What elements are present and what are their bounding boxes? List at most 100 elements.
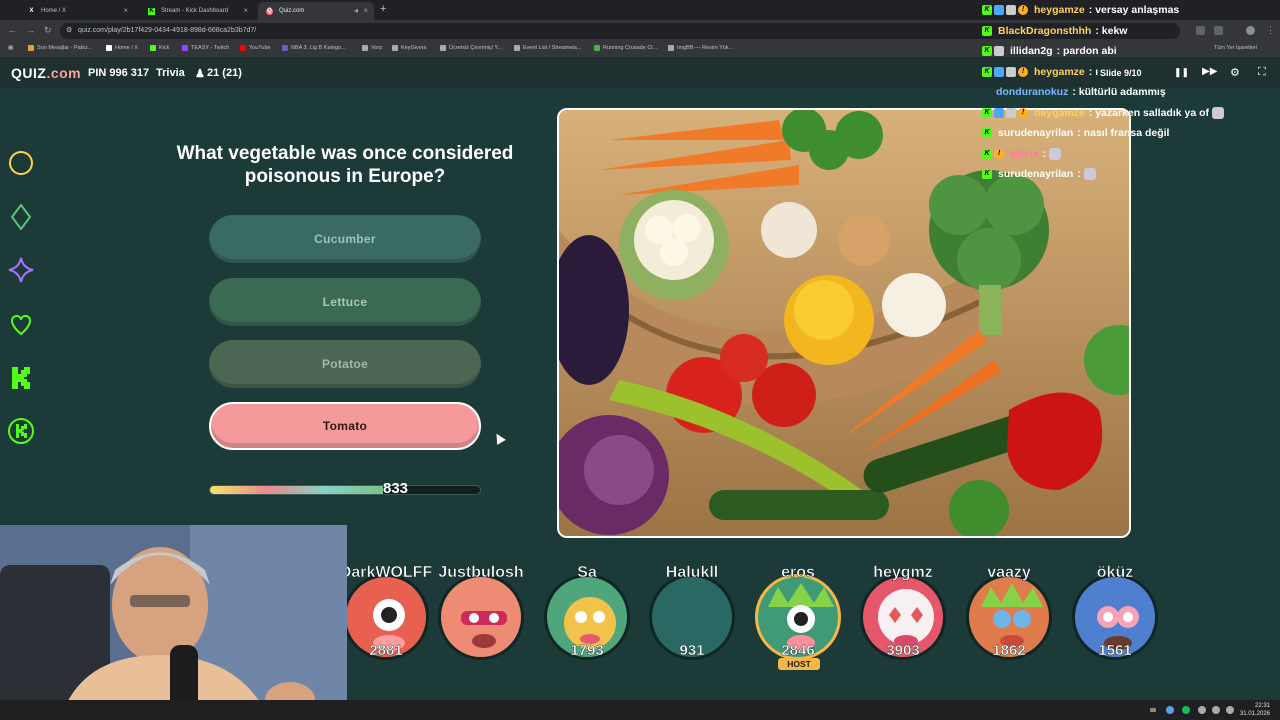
bookmark-item[interactable]: Son Mesajlar - Patici... bbox=[28, 45, 92, 51]
bookmark-item[interactable]: TEASY - Twitch bbox=[182, 45, 229, 51]
quiz-logo-icon: Q bbox=[266, 7, 273, 15]
leaderboard-player: Sa 1793 bbox=[539, 564, 635, 684]
quiz-logo[interactable]: QUIZ.com bbox=[11, 65, 81, 81]
site-info-icon[interactable]: ⚙ bbox=[66, 23, 72, 39]
tab-kick-dashboard[interactable]: K Stream - Kick Dashboard × bbox=[140, 2, 254, 20]
answer-button-lettuce[interactable]: Lettuce bbox=[209, 278, 481, 326]
chat-message: K surudenayrilan: nasıl fransa değil bbox=[982, 123, 1280, 144]
tray-mic-icon[interactable] bbox=[1198, 706, 1206, 714]
tab-label: Stream - Kick Dashboard bbox=[161, 8, 229, 14]
tab-home-x[interactable]: X Home / X × bbox=[20, 2, 134, 20]
mod-badge-icon bbox=[1006, 107, 1016, 118]
pause-icon[interactable]: ❚❚ bbox=[1174, 67, 1189, 78]
answer-button-potatoe[interactable]: Potatoe bbox=[209, 340, 481, 388]
emote-icon bbox=[1083, 168, 1096, 181]
bookmark-item[interactable]: Running Crusade Cl... bbox=[594, 45, 657, 51]
tray-volume-icon[interactable] bbox=[1226, 706, 1234, 714]
fullscreen-icon[interactable]: ⛶ bbox=[1258, 66, 1266, 79]
chat-text: : kültürlü adammış bbox=[1072, 86, 1166, 99]
answer-button-tomato[interactable]: Tomato bbox=[209, 402, 481, 450]
bookmark-item[interactable]: Kick bbox=[150, 45, 169, 51]
chat-username: donduranokuz bbox=[996, 86, 1069, 99]
player-name: Sa bbox=[577, 564, 597, 582]
reload-icon[interactable]: ↻ bbox=[44, 25, 52, 36]
player-name: vaazy bbox=[987, 564, 1031, 582]
verified-badge-icon bbox=[994, 5, 1004, 16]
close-tab-icon[interactable]: × bbox=[243, 6, 248, 15]
user-icon: ♟ bbox=[195, 68, 205, 80]
chat-message: K BlackDragonsthhh: kekw bbox=[982, 21, 1280, 42]
player-name: DarkWOLFF bbox=[339, 564, 433, 582]
chat-text: : pardon abi bbox=[1056, 45, 1117, 58]
chat-username: illidan2g bbox=[1010, 45, 1053, 58]
mod-badge-icon bbox=[994, 46, 1004, 57]
chat-username: heygamze bbox=[1034, 4, 1085, 17]
chat-username: heygamze bbox=[1034, 65, 1085, 78]
chat-text: : nasıl fransa değil bbox=[1077, 127, 1170, 140]
bookmark-item[interactable]: Vorp bbox=[362, 45, 382, 51]
apps-icon[interactable]: ▦ bbox=[8, 45, 13, 51]
kick-logo-icon bbox=[12, 367, 30, 389]
kick-badge-icon: K bbox=[982, 169, 992, 180]
player-points: 2846 bbox=[781, 642, 815, 659]
leaderboard-player: DarkWOLFF 2881 bbox=[338, 564, 434, 684]
chat-username: tabris bbox=[1010, 147, 1039, 160]
star-icon bbox=[8, 257, 34, 283]
tab-quiz[interactable]: Q Quiz.com ◂ × bbox=[258, 2, 374, 20]
chat-username: surudenayrilan bbox=[998, 127, 1074, 140]
bookmark-item[interactable]: ImgBB — Resim Yük... bbox=[668, 45, 733, 51]
mouse-cursor-icon bbox=[492, 431, 506, 445]
verified-badge-icon bbox=[994, 66, 1004, 77]
kick-badge-icon: K bbox=[982, 5, 992, 16]
forward-icon[interactable]: → bbox=[26, 25, 35, 35]
kick-badge-icon: K bbox=[982, 128, 992, 139]
kick-circle-icon bbox=[8, 418, 34, 444]
player-points: 1561 bbox=[1098, 642, 1132, 659]
os-taskbar: 22:31 31.01.2026 bbox=[0, 700, 1280, 720]
settings-gear-icon[interactable]: ⚙ bbox=[1230, 66, 1240, 79]
close-tab-icon[interactable]: × bbox=[123, 6, 128, 15]
chat-text: : ı bbox=[1088, 65, 1099, 78]
answer-button-cucumber[interactable]: Cucumber bbox=[209, 215, 481, 263]
avatar bbox=[438, 574, 524, 660]
kick-badge-icon: K bbox=[982, 66, 992, 77]
back-icon[interactable]: ← bbox=[8, 25, 17, 35]
mute-tab-icon[interactable]: ◂ bbox=[354, 6, 358, 15]
stream-chat-overlay: K! heygamze: versay anlaşmas K BlackDrag… bbox=[982, 0, 1280, 185]
clock-date: 31.01.2026 bbox=[1239, 711, 1270, 717]
system-clock[interactable]: 22:31 31.01.2026 bbox=[1240, 702, 1270, 718]
player-points: 931 bbox=[679, 642, 705, 659]
new-tab-button[interactable]: + bbox=[380, 3, 386, 15]
tab-label: Home / X bbox=[41, 8, 67, 14]
bookmark-item[interactable]: Event List / Streamela... bbox=[514, 45, 581, 51]
bookmark-item[interactable]: Home / X bbox=[106, 45, 138, 51]
question-text: What vegetable was once considered poiso… bbox=[176, 143, 514, 187]
chat-message: K! tabris: bbox=[982, 144, 1280, 165]
kick-badge-icon: K bbox=[982, 46, 992, 57]
close-tab-icon[interactable]: × bbox=[363, 6, 368, 15]
tray-spotify-icon[interactable] bbox=[1182, 706, 1190, 714]
player-name: Halukll bbox=[665, 564, 719, 582]
address-url: quiz.com/play/2b17f429-0434-4918-898d-66… bbox=[78, 27, 257, 34]
tray-chevron-icon[interactable] bbox=[1150, 708, 1156, 712]
subscriber-badge-icon: ! bbox=[1018, 5, 1028, 16]
skip-icon[interactable]: ▶▶ bbox=[1202, 66, 1217, 77]
chat-text: : kekw bbox=[1095, 24, 1128, 37]
bookmark-item[interactable]: KeyGivers bbox=[392, 45, 426, 51]
leaderboard-player: heygmz 3903 bbox=[855, 564, 951, 684]
game-pin: PIN 996 317 bbox=[88, 67, 150, 79]
bookmark-item[interactable]: YouTube bbox=[240, 45, 271, 51]
chat-text: : yazarken salladık ya of bbox=[1088, 106, 1210, 119]
kick-logo-icon: K bbox=[148, 7, 155, 15]
player-name: eros bbox=[781, 564, 815, 582]
bookmark-item[interactable]: NBA 3. Lig B Katego... bbox=[282, 45, 346, 51]
verified-badge-icon bbox=[994, 107, 1004, 118]
emote-icon bbox=[1049, 147, 1062, 160]
player-score: 833 bbox=[383, 480, 409, 497]
chat-text: : versay anlaşmas bbox=[1088, 4, 1180, 17]
bookmark-item[interactable]: Ücretsiz Çevrimiçi Y... bbox=[440, 45, 502, 51]
tray-network-icon[interactable] bbox=[1212, 706, 1220, 714]
chat-text: : bbox=[1042, 147, 1047, 160]
tray-app-icon[interactable] bbox=[1166, 706, 1174, 714]
x-logo-icon: X bbox=[29, 8, 34, 14]
